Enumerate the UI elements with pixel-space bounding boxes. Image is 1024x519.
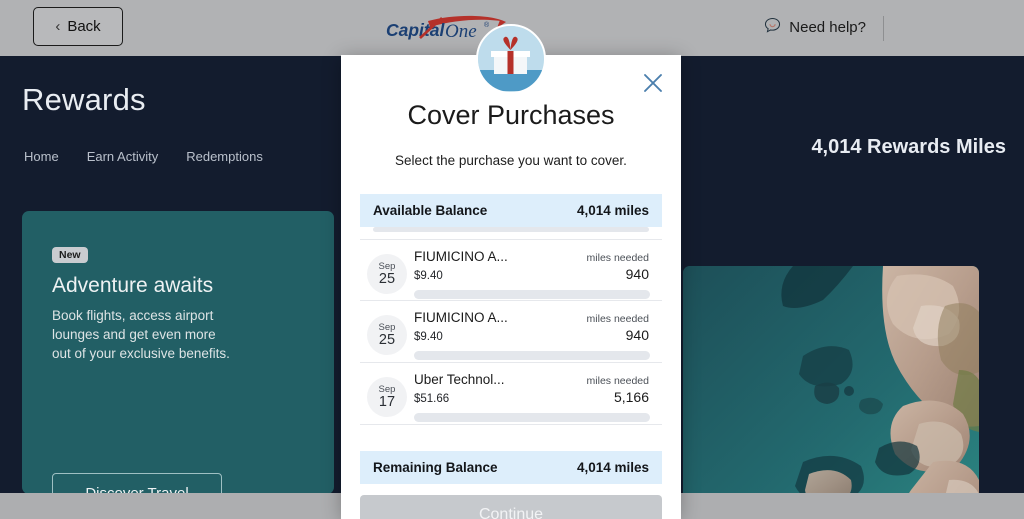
transaction-details: FIUMICINO A... miles needed $9.40 940 — [414, 249, 649, 282]
miles-needed-label: miles needed — [586, 375, 649, 387]
aerial-coastline-photo — [683, 266, 979, 493]
need-help-button[interactable]: Need help? — [763, 16, 884, 41]
transaction-date-chip: Sep 25 — [367, 315, 407, 355]
transaction-details: Uber Technol... miles needed $51.66 5,16… — [414, 372, 649, 405]
nav-item-redemptions[interactable]: Redemptions — [186, 149, 263, 164]
svg-text:®: ® — [484, 21, 490, 29]
transaction-amount: $9.40 — [414, 331, 443, 343]
miles-slider[interactable] — [414, 413, 650, 422]
transaction-scroll-area[interactable]: Sep 25 FIUMICINO A... miles needed $9.40… — [360, 227, 662, 447]
rewards-miles-total: 4,014 Rewards Miles — [811, 136, 1006, 158]
continue-button[interactable]: Continue — [360, 495, 662, 519]
transaction-month: Sep — [378, 383, 396, 395]
miles-slider[interactable] — [414, 290, 650, 299]
purchase-list: Available Balance 4,014 miles Sep 25 FIU… — [360, 194, 662, 447]
transaction-merchant: FIUMICINO A... — [414, 249, 508, 264]
table-row[interactable]: Sep 25 FIUMICINO A... miles needed $9.40… — [360, 301, 662, 363]
remaining-balance-row: Remaining Balance 4,014 miles — [360, 451, 662, 484]
available-balance-row: Available Balance 4,014 miles — [360, 194, 662, 227]
back-button[interactable]: ‹ Back — [33, 7, 123, 46]
cover-purchases-modal: Cover Purchases Select the purchase you … — [341, 55, 681, 519]
transaction-day: 25 — [378, 271, 396, 287]
svg-text:One: One — [445, 21, 477, 42]
status-badge-new: New — [52, 247, 88, 263]
available-balance-label: Available Balance — [373, 203, 488, 218]
back-button-label: Back — [67, 18, 101, 35]
promo-title: Adventure awaits — [52, 274, 214, 297]
remaining-balance-label: Remaining Balance — [373, 460, 498, 475]
transaction-date-chip: Sep 25 — [367, 254, 407, 294]
page-title: Cover Purchases — [407, 100, 615, 130]
gift-box-icon — [476, 24, 546, 94]
transaction-day: 17 — [378, 394, 396, 410]
page-nav: Home Earn Activity Redemptions — [24, 149, 263, 164]
modal-subtitle: Select the purchase you want to cover. — [395, 153, 627, 168]
transaction-date-chip: Sep 17 — [367, 377, 407, 417]
page-title: Rewards — [22, 82, 146, 117]
app-screen: ‹ Back Capital One ® Need help? Rewards … — [0, 0, 1024, 519]
chat-bubble-smile-icon — [763, 16, 782, 39]
nav-item-earn-activity[interactable]: Earn Activity — [87, 149, 159, 164]
discover-travel-label: Discover Travel — [85, 484, 189, 494]
transaction-details: FIUMICINO A... miles needed $9.40 940 — [414, 310, 649, 343]
transaction-amount: $9.40 — [414, 270, 443, 282]
miles-needed-label: miles needed — [586, 252, 649, 264]
discover-travel-button[interactable]: Discover Travel — [52, 473, 222, 493]
partial-slider-above — [373, 227, 649, 232]
transaction-merchant: Uber Technol... — [414, 372, 505, 387]
transaction-miles-needed: 5,166 — [613, 389, 649, 405]
transaction-amount: $51.66 — [414, 393, 450, 405]
table-row[interactable]: Sep 25 FIUMICINO A... miles needed $9.40… — [360, 239, 662, 301]
miles-slider[interactable] — [414, 351, 650, 360]
remaining-balance-value: 4,014 miles — [576, 460, 649, 475]
available-balance-value: 4,014 miles — [576, 203, 649, 218]
promo-description: Book flights, access airport lounges and… — [52, 308, 230, 361]
transaction-month: Sep — [378, 321, 396, 333]
chevron-left-icon: ‹ — [55, 18, 61, 35]
transaction-day: 25 — [378, 332, 396, 348]
miles-needed-label: miles needed — [586, 313, 649, 325]
transaction-miles-needed: 940 — [625, 327, 649, 343]
promo-card-adventure-awaits[interactable]: New Adventure awaits Book flights, acces… — [22, 211, 334, 493]
header-divider — [883, 16, 884, 41]
transaction-month: Sep — [378, 260, 396, 272]
table-row[interactable]: Sep 17 Uber Technol... miles needed $51.… — [360, 363, 662, 425]
nav-item-home[interactable]: Home — [24, 149, 59, 164]
transaction-merchant: FIUMICINO A... — [414, 310, 508, 325]
need-help-label: Need help? — [789, 19, 866, 36]
close-icon[interactable] — [639, 69, 667, 97]
transaction-miles-needed: 940 — [625, 266, 649, 282]
